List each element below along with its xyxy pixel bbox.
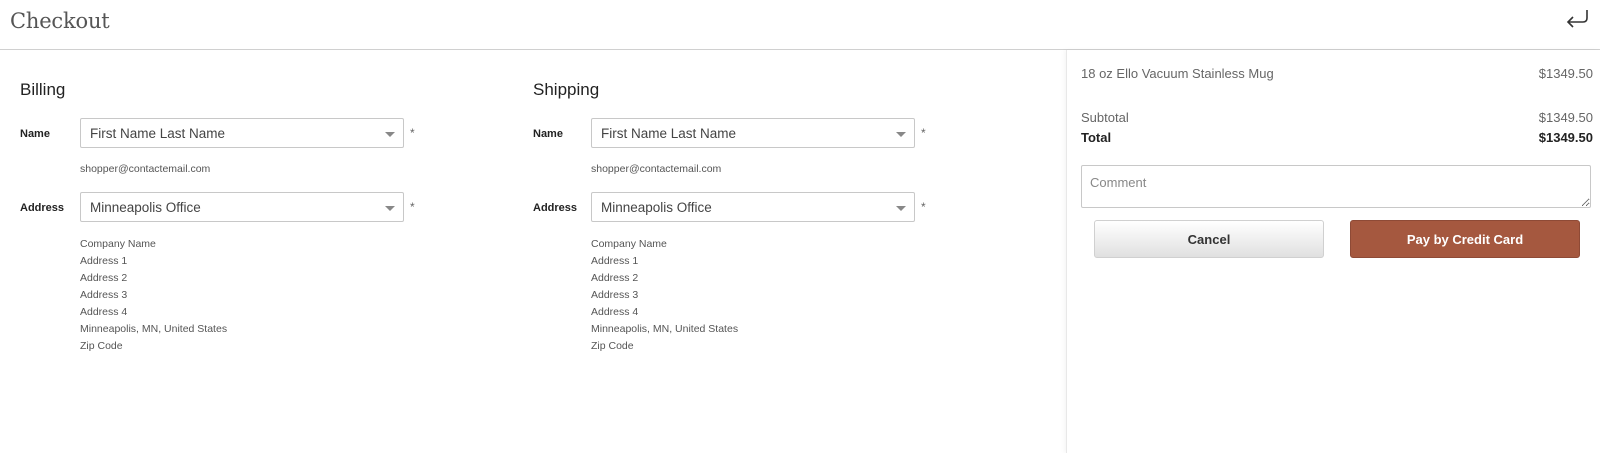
billing-name-value: First Name Last Name	[90, 126, 226, 141]
billing-name-label: Name	[20, 128, 50, 140]
required-marker: *	[921, 126, 926, 140]
required-marker: *	[410, 126, 415, 140]
subtotal-value: $1349.50	[1538, 110, 1593, 125]
cancel-button[interactable]: Cancel	[1094, 220, 1324, 258]
checkout-forms: Billing Name First Name Last Name * shop…	[0, 50, 1066, 453]
billing-name-select[interactable]: First Name Last Name	[80, 118, 404, 148]
chevron-down-icon	[385, 206, 395, 211]
shipping-address-label: Address	[533, 202, 578, 214]
chevron-down-icon	[896, 206, 906, 211]
item-name: 18 oz Ello Vacuum Stainless Mug	[1081, 66, 1274, 81]
shipping-address-details: Company Name Address 1 Address 2 Address…	[591, 236, 738, 355]
shipping-section: Shipping Name First Name Last Name * sho…	[524, 50, 1044, 453]
billing-email: shopper@contactemail.com	[80, 163, 211, 175]
total-value: $1349.50	[1538, 130, 1593, 145]
subtotal-row: Subtotal $1349.50	[1081, 110, 1593, 125]
item-price: $1349.50	[1538, 66, 1593, 81]
address-line: Zip Code	[591, 340, 634, 352]
page-header: Checkout	[0, 0, 1600, 50]
address-line: Address 3	[591, 289, 639, 301]
address-line: Zip Code	[80, 340, 123, 352]
page-title: Checkout	[10, 9, 110, 33]
subtotal-label: Subtotal	[1081, 110, 1129, 125]
required-marker: *	[410, 200, 415, 214]
address-line: Minneapolis, MN, United States	[80, 323, 228, 335]
chevron-down-icon	[385, 132, 395, 137]
required-marker: *	[921, 200, 926, 214]
address-line: Address 3	[80, 289, 128, 301]
shipping-title: Shipping	[533, 80, 600, 99]
address-line: Address 4	[80, 306, 128, 318]
billing-title: Billing	[20, 80, 66, 99]
pay-by-credit-card-button[interactable]: Pay by Credit Card	[1350, 220, 1580, 258]
return-arrow-icon[interactable]	[1564, 6, 1590, 32]
shipping-email: shopper@contactemail.com	[591, 163, 722, 175]
shipping-name-label: Name	[533, 128, 563, 140]
address-line: Address 2	[80, 272, 128, 284]
billing-address-value: Minneapolis Office	[90, 200, 201, 215]
total-row: Total $1349.50	[1081, 130, 1593, 145]
address-line: Company Name	[80, 238, 156, 250]
shipping-name-select[interactable]: First Name Last Name	[591, 118, 915, 148]
billing-section: Billing Name First Name Last Name * shop…	[0, 50, 520, 453]
chevron-down-icon	[896, 132, 906, 137]
shipping-address-select[interactable]: Minneapolis Office	[591, 192, 915, 222]
address-line: Company Name	[591, 238, 667, 250]
billing-address-select[interactable]: Minneapolis Office	[80, 192, 404, 222]
line-item: 18 oz Ello Vacuum Stainless Mug $1349.50	[1081, 66, 1593, 81]
shipping-name-value: First Name Last Name	[601, 126, 737, 141]
address-line: Address 1	[591, 255, 639, 267]
address-line: Address 1	[80, 255, 128, 267]
billing-address-label: Address	[20, 202, 65, 214]
address-line: Minneapolis, MN, United States	[591, 323, 739, 335]
comment-field[interactable]	[1081, 165, 1591, 208]
order-summary: 18 oz Ello Vacuum Stainless Mug $1349.50…	[1066, 50, 1600, 453]
address-line: Address 4	[591, 306, 639, 318]
total-label: Total	[1081, 130, 1112, 145]
address-line: Address 2	[591, 272, 639, 284]
shipping-address-value: Minneapolis Office	[601, 200, 712, 215]
billing-address-details: Company Name Address 1 Address 2 Address…	[80, 236, 227, 355]
